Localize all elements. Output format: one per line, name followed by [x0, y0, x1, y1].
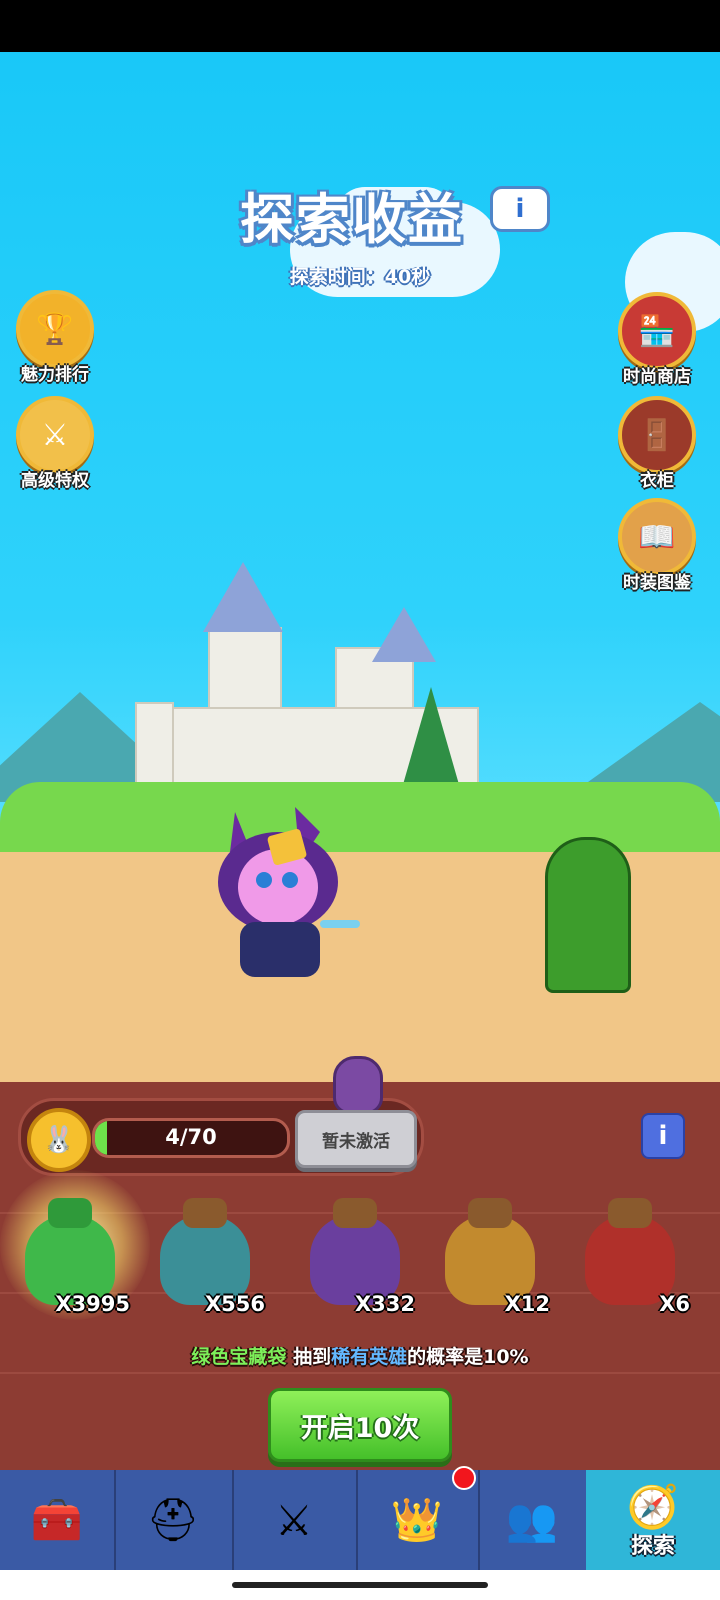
team-banner-icon: 👥	[505, 1495, 559, 1544]
castle-roof	[203, 562, 283, 632]
bag-neck	[333, 1198, 377, 1228]
charm-ranking-label: 魅力排行	[21, 365, 89, 385]
treasure-chest-icon: 🧰	[30, 1495, 84, 1544]
premium-privilege-button[interactable]: ⚔ 高级特权	[10, 396, 100, 491]
nav-treasure[interactable]: 🧰	[0, 1470, 116, 1570]
nav-explore[interactable]: 🧭 探索	[586, 1470, 720, 1570]
costume-collection-label: 时装图鉴	[623, 573, 691, 593]
bottom-nav: 🧰 ⛑ ⚔ 👑 👥 🧭 探索	[0, 1466, 720, 1570]
purple-treasure-bag[interactable]: X332	[305, 1190, 415, 1316]
prob-part2: 的概率是10%	[407, 1346, 529, 1368]
home-indicator[interactable]	[232, 1582, 488, 1588]
bag-count: X6	[659, 1292, 690, 1316]
coin-icon: 🐰	[27, 1108, 91, 1172]
bag-count: X332	[354, 1292, 415, 1316]
costume-collection-button[interactable]: 📖 时装图鉴	[612, 498, 702, 593]
fashion-shop-button[interactable]: 🏪 时尚商店	[612, 292, 702, 387]
bag-count: X12	[504, 1292, 550, 1316]
wardrobe-icon: 🚪	[618, 396, 696, 474]
premium-privilege-label: 高级特权	[21, 471, 89, 491]
status-bar	[0, 0, 720, 52]
probability-text: 绿色宝藏袋 抽到稀有英雄的概率是10%	[0, 1342, 720, 1369]
green-treasure-bag[interactable]: X3995	[20, 1190, 130, 1316]
crossed-swords-icon: ⚔	[275, 1495, 313, 1545]
bag-name: 绿色宝藏袋	[191, 1346, 287, 1368]
slime-monster	[545, 837, 631, 993]
bag-neck	[183, 1198, 227, 1228]
bag-neck	[468, 1198, 512, 1228]
charm-ranking-button[interactable]: 🏆 魅力排行	[10, 290, 100, 385]
crown-shield-icon: 👑	[390, 1495, 444, 1544]
castle-roof	[372, 607, 436, 662]
sword-badge-icon: ⚔	[16, 396, 94, 474]
nav-battle[interactable]: ⚔	[232, 1470, 358, 1570]
notification-dot	[452, 1466, 476, 1490]
panel-info-icon[interactable]: i	[641, 1113, 685, 1159]
castle-tower	[135, 702, 174, 791]
knight-helmet-icon: ⛑	[146, 1495, 200, 1544]
explore-time-text: 探索时间：40秒	[289, 266, 431, 288]
rarity-text: 稀有英雄	[331, 1346, 408, 1368]
wardrobe-label: 衣柜	[640, 471, 674, 491]
fashion-shop-label: 时尚商店	[623, 367, 691, 387]
nav-heroes[interactable]: ⛑	[114, 1470, 234, 1570]
hero-character	[200, 792, 370, 992]
purple-bag-icon	[333, 1056, 383, 1114]
bag-neck	[608, 1198, 652, 1228]
red-treasure-bag[interactable]: X6	[580, 1190, 690, 1316]
podium-icon: 🏆	[16, 290, 94, 368]
bag-count: X3995	[55, 1292, 130, 1316]
compass-icon: 🧭	[626, 1482, 680, 1531]
wardrobe-button[interactable]: 🚪 衣柜	[612, 396, 702, 491]
nav-social[interactable]: 👥	[478, 1470, 588, 1570]
gold-treasure-bag[interactable]: X12	[440, 1190, 550, 1316]
not-activated-button[interactable]: 暂未激活	[295, 1110, 417, 1168]
teal-treasure-bag[interactable]: X556	[155, 1190, 265, 1316]
progress-text: 4/70	[165, 1125, 217, 1149]
bag-neck	[48, 1198, 92, 1228]
nav-explore-label: 探索	[630, 1534, 675, 1559]
bag-count: X556	[204, 1292, 265, 1316]
open-10-times-button[interactable]: 开启10次	[268, 1388, 452, 1462]
page-title: 探索收益	[240, 188, 464, 251]
info-icon[interactable]: i	[490, 186, 550, 232]
shop-awning-icon: 🏪	[618, 292, 696, 370]
book-icon: 📖	[618, 498, 696, 576]
prob-part1: 抽到	[293, 1346, 332, 1368]
